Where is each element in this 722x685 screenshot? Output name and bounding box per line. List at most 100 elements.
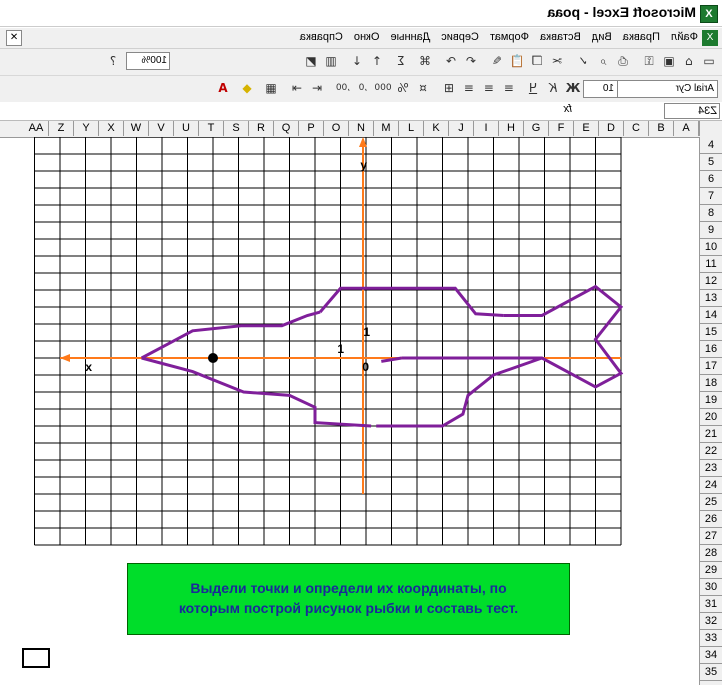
column-header-w[interactable]: W — [124, 121, 149, 136]
underline-icon[interactable]: Ч — [524, 79, 542, 97]
increase-indent-icon[interactable]: ⇥ — [288, 79, 306, 97]
fill-color-icon[interactable]: ◆ — [238, 79, 256, 97]
column-header-r[interactable]: R — [249, 121, 274, 136]
row-header-20[interactable]: 20 — [700, 409, 722, 426]
row-header-12[interactable]: 12 — [700, 273, 722, 290]
autosum-icon[interactable]: Σ — [392, 52, 410, 70]
font-size-select[interactable]: 10 — [583, 80, 618, 98]
column-header-n[interactable]: N — [349, 121, 374, 136]
print-icon[interactable]: ⎙ — [614, 52, 632, 70]
row-header-28[interactable]: 28 — [700, 545, 722, 562]
undo-icon[interactable]: ↶ — [462, 52, 480, 70]
row-header-35[interactable]: 35 — [700, 664, 722, 681]
align-center-icon[interactable]: ≡ — [480, 79, 498, 97]
font-color-icon[interactable]: A — [214, 79, 232, 97]
row-header-33[interactable]: 33 — [700, 630, 722, 647]
sort-descending-icon[interactable]: ↓ — [348, 52, 366, 70]
spelling-icon[interactable]: ✓ — [574, 52, 592, 70]
sort-ascending-icon[interactable]: ↑ — [368, 52, 386, 70]
row-header-32[interactable]: 32 — [700, 613, 722, 630]
menu-data[interactable]: Данные — [390, 31, 430, 43]
menu-help[interactable]: Справка — [300, 31, 343, 43]
row-header-31[interactable]: 31 — [700, 596, 722, 613]
italic-icon[interactable]: К — [544, 79, 562, 97]
row-header-30[interactable]: 30 — [700, 579, 722, 596]
row-header-25[interactable]: 25 — [700, 494, 722, 511]
align-right-icon[interactable]: ≡ — [460, 79, 478, 97]
row-header-23[interactable]: 23 — [700, 460, 722, 477]
column-header-p[interactable]: P — [299, 121, 324, 136]
decrease-decimal-icon[interactable]: ,00 — [334, 79, 352, 97]
row-header-6[interactable]: 6 — [700, 171, 722, 188]
row-header-24[interactable]: 24 — [700, 477, 722, 494]
row-header-8[interactable]: 8 — [700, 205, 722, 222]
row-header-18[interactable]: 18 — [700, 375, 722, 392]
align-left-icon[interactable]: ≡ — [500, 79, 518, 97]
column-header-x[interactable]: X — [99, 121, 124, 136]
name-box[interactable]: Z34 — [664, 103, 720, 119]
help-icon[interactable]: ? — [104, 52, 122, 70]
column-header-d[interactable]: D — [599, 121, 624, 136]
column-header-q[interactable]: Q — [274, 121, 299, 136]
row-header-15[interactable]: 15 — [700, 324, 722, 341]
row-header-16[interactable]: 16 — [700, 341, 722, 358]
column-header-j[interactable]: J — [449, 121, 474, 136]
column-header-m[interactable]: M — [374, 121, 399, 136]
new-icon[interactable]: ▭ — [700, 52, 718, 70]
row-header-13[interactable]: 13 — [700, 290, 722, 307]
menu-tools[interactable]: Сервис — [441, 31, 479, 43]
percent-icon[interactable]: % — [394, 79, 412, 97]
row-header-27[interactable]: 27 — [700, 528, 722, 545]
column-header-z[interactable]: Z — [49, 121, 74, 136]
close-icon[interactable]: ✕ — [6, 30, 22, 46]
workbook-icon[interactable]: X — [702, 30, 718, 46]
menu-window[interactable]: Окно — [354, 31, 380, 43]
increase-decimal-icon[interactable]: ,0 — [354, 79, 372, 97]
column-header-y[interactable]: Y — [74, 121, 99, 136]
column-header-aa[interactable]: AA — [24, 121, 49, 136]
column-header-o[interactable]: O — [324, 121, 349, 136]
zoom-select[interactable]: 100% — [126, 52, 170, 70]
menu-file[interactable]: Файл — [671, 31, 698, 43]
row-header-14[interactable]: 14 — [700, 307, 722, 324]
column-header-g[interactable]: G — [524, 121, 549, 136]
redo-icon[interactable]: ↷ — [442, 52, 460, 70]
column-header-h[interactable]: H — [499, 121, 524, 136]
save-icon[interactable]: ▣ — [660, 52, 678, 70]
column-header-e[interactable]: E — [574, 121, 599, 136]
row-header-4[interactable]: 4 — [700, 137, 722, 154]
row-header-17[interactable]: 17 — [700, 358, 722, 375]
column-header-i[interactable]: I — [474, 121, 499, 136]
column-header-k[interactable]: K — [424, 121, 449, 136]
row-header-7[interactable]: 7 — [700, 188, 722, 205]
column-header-c[interactable]: C — [624, 121, 649, 136]
bold-icon[interactable]: Ж — [564, 79, 582, 97]
row-header-19[interactable]: 19 — [700, 392, 722, 409]
column-header-f[interactable]: F — [549, 121, 574, 136]
currency-icon[interactable]: ¤ — [414, 79, 432, 97]
open-icon[interactable]: ⌂ — [680, 52, 698, 70]
chart-wizard-icon[interactable]: ▥ — [322, 52, 340, 70]
row-header-9[interactable]: 9 — [700, 222, 722, 239]
menu-insert[interactable]: Вставка — [540, 31, 581, 43]
row-header-5[interactable]: 5 — [700, 154, 722, 171]
row-header-11[interactable]: 11 — [700, 256, 722, 273]
column-header-a[interactable]: A — [674, 121, 699, 136]
menu-edit[interactable]: Правка — [623, 31, 660, 43]
decrease-indent-icon[interactable]: ⇤ — [308, 79, 326, 97]
column-header-b[interactable]: B — [649, 121, 674, 136]
column-header-s[interactable]: S — [224, 121, 249, 136]
paste-icon[interactable]: 📋 — [508, 52, 526, 70]
permission-icon[interactable]: ⚿ — [640, 52, 658, 70]
copy-icon[interactable]: ❐ — [528, 52, 546, 70]
format-painter-icon[interactable]: ✎ — [488, 52, 506, 70]
menu-view[interactable]: Вид — [592, 31, 612, 43]
column-header-v[interactable]: V — [149, 121, 174, 136]
menu-format[interactable]: Формат — [490, 31, 529, 43]
row-header-26[interactable]: 26 — [700, 511, 722, 528]
row-header-34[interactable]: 34 — [700, 647, 722, 664]
thousands-icon[interactable]: 000 — [374, 79, 392, 97]
print-preview-icon[interactable]: ⌕ — [594, 52, 612, 70]
column-header-u[interactable]: U — [174, 121, 199, 136]
column-header-t[interactable]: T — [199, 121, 224, 136]
